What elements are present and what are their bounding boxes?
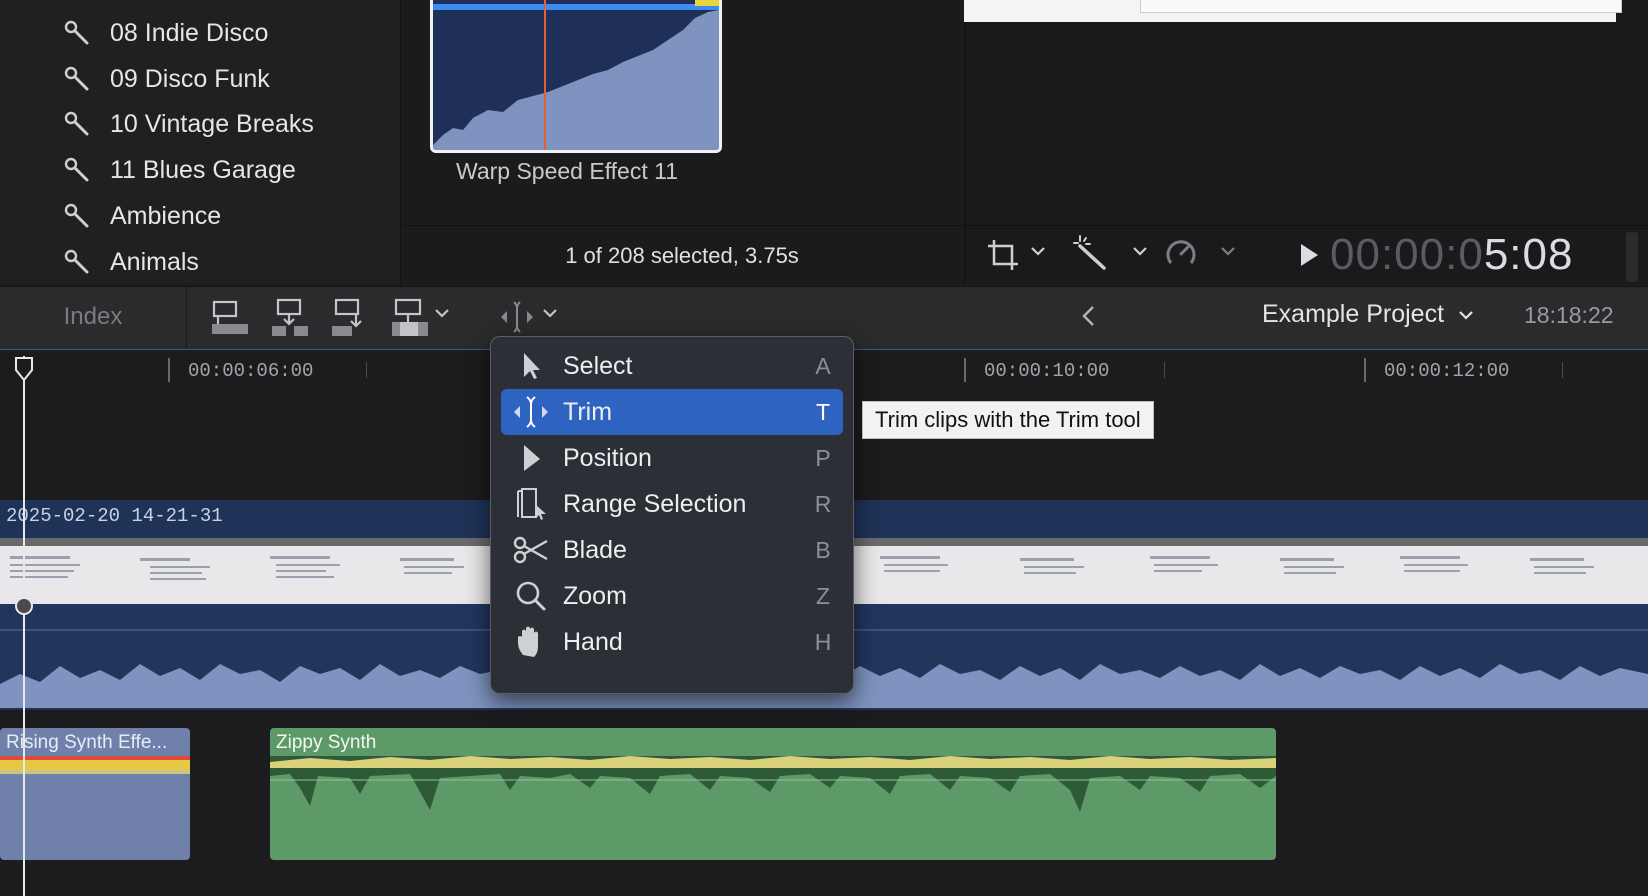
playhead-handle[interactable]: [14, 356, 34, 387]
sidebar-item-animals[interactable]: Animals: [62, 242, 199, 282]
sidebar-item-disco-funk[interactable]: 09 Disco Funk: [62, 59, 270, 99]
shortcut-key: H: [814, 628, 832, 655]
audio-meter: [1626, 232, 1638, 282]
sidebar-item-indie-disco[interactable]: 08 Indie Disco: [62, 13, 268, 53]
shortcut-key: P: [815, 444, 831, 471]
menu-item-label: Select: [563, 351, 633, 380]
crop-icon[interactable]: [986, 238, 1020, 277]
ruler-tick: [366, 362, 367, 378]
chevron-down-icon: [1458, 309, 1474, 321]
video-clip-label: 2025-02-20 14-21-31: [6, 505, 223, 527]
ruler-tick: [1164, 362, 1165, 378]
menu-item-label: Trim: [563, 397, 613, 426]
selection-status-text: 1 of 208 selected, 3.75s: [565, 243, 799, 268]
trim-icon: [507, 395, 555, 429]
library-sidebar: 08 Indie Disco 09 Disco Funk 10 Vintage …: [0, 0, 401, 284]
play-icon[interactable]: [1298, 242, 1320, 273]
menu-item-label: Range Selection: [563, 489, 747, 518]
chevron-down-icon[interactable]: [542, 306, 558, 324]
selection-status: 1 of 208 selected, 3.75s: [402, 225, 962, 286]
menu-item-trim[interactable]: Trim T: [501, 389, 843, 435]
index-label: Index: [63, 303, 123, 330]
position-arrow-icon: [507, 443, 555, 473]
menu-item-label: Blade: [563, 535, 627, 564]
shortcut-key: R: [814, 490, 832, 517]
ruler-label: 00:00:06:00: [188, 360, 314, 382]
shortcut-key: B: [815, 536, 831, 563]
trim-tool-icon[interactable]: [498, 298, 536, 341]
playhead[interactable]: [23, 356, 25, 896]
arrow-pointer-icon: [507, 351, 555, 381]
menu-item-position[interactable]: Position P: [501, 435, 843, 481]
menu-item-label: Zoom: [563, 581, 627, 610]
tooltip: Trim clips with the Trim tool: [862, 401, 1154, 439]
magic-wand-icon[interactable]: [1072, 234, 1110, 277]
menu-item-select[interactable]: Select A: [501, 343, 843, 389]
sidebar-item-label: 11 Blues Garage: [110, 155, 296, 184]
sidebar-item-label: Ambience: [110, 201, 222, 230]
range-selection-icon: [507, 487, 555, 521]
timecode-dim: 00:00:0: [1330, 230, 1484, 279]
clip-thumbnail[interactable]: [430, 0, 722, 153]
connect-clip-icon[interactable]: [210, 298, 250, 343]
overwrite-clip-icon[interactable]: [390, 298, 430, 343]
shortcut-key: A: [815, 352, 831, 379]
menu-item-hand[interactable]: Hand H: [501, 619, 843, 665]
sidebar-item-blues-garage[interactable]: 11 Blues Garage: [62, 150, 296, 190]
ruler-label: 00:00:12:00: [1384, 360, 1510, 382]
viewer-image-detail: [1140, 0, 1622, 13]
menu-item-zoom[interactable]: Zoom Z: [501, 573, 843, 619]
sidebar-item-label: 10 Vintage Breaks: [110, 109, 314, 138]
ruler-label: 00:00:10:00: [984, 360, 1110, 382]
project-title-text: Example Project: [1262, 300, 1445, 328]
chevron-down-icon[interactable]: [434, 306, 450, 324]
playhead-marker: [15, 597, 33, 615]
audio-clip-zippy-synth[interactable]: [270, 728, 1276, 860]
wrench-icon: [62, 203, 92, 229]
chevron-down-icon[interactable]: [1132, 244, 1148, 262]
project-duration: 18:18:22: [1524, 302, 1614, 328]
sidebar-item-ambience[interactable]: Ambience: [62, 196, 221, 236]
wrench-icon: [62, 157, 92, 183]
index-button[interactable]: Index: [0, 286, 187, 348]
scissors-icon: [507, 535, 555, 565]
audio-clip-label: Zippy Synth: [276, 732, 377, 753]
ruler-tick: [964, 358, 966, 382]
shortcut-key: Z: [815, 582, 831, 609]
menu-item-label: Hand: [563, 627, 623, 656]
timecode-lit: 5:08: [1483, 230, 1574, 279]
sidebar-item-vintage-breaks[interactable]: 10 Vintage Breaks: [62, 104, 314, 144]
wrench-icon: [62, 66, 92, 92]
chevron-down-icon[interactable]: [1030, 244, 1046, 262]
waveform-thumbnail: [433, 0, 719, 150]
tool-menu: Select A Trim T Position P Range Selecti…: [490, 336, 854, 694]
ruler-tick: [1562, 362, 1563, 378]
magnifier-icon: [507, 580, 555, 612]
ruler-tick: [1364, 358, 1366, 382]
clip-name: Warp Speed Effect 11: [455, 158, 679, 184]
wrench-icon: [62, 111, 92, 137]
timecode-display: 00:00:0 5:08: [1330, 228, 1573, 282]
insert-clip-icon[interactable]: [270, 298, 310, 343]
menu-item-label: Position: [563, 443, 652, 472]
menu-item-blade[interactable]: Blade B: [501, 527, 843, 573]
back-arrow-icon[interactable]: [1080, 304, 1098, 333]
speedometer-icon[interactable]: [1164, 236, 1198, 275]
project-title[interactable]: Example Project: [1262, 300, 1474, 329]
hand-icon: [507, 625, 555, 659]
append-clip-icon[interactable]: [330, 298, 370, 343]
menu-item-range-selection[interactable]: Range Selection R: [501, 481, 843, 527]
shortcut-key: T: [815, 398, 831, 425]
sidebar-item-label: Animals: [110, 247, 199, 276]
sidebar-item-label: 08 Indie Disco: [110, 18, 269, 47]
sidebar-item-label: 09 Disco Funk: [110, 64, 270, 93]
ruler-tick: [168, 358, 170, 382]
wrench-icon: [62, 20, 92, 46]
wrench-icon: [62, 249, 92, 275]
chevron-down-icon[interactable]: [1220, 244, 1236, 262]
audio-clip-label: Rising Synth Effe...: [6, 732, 168, 753]
